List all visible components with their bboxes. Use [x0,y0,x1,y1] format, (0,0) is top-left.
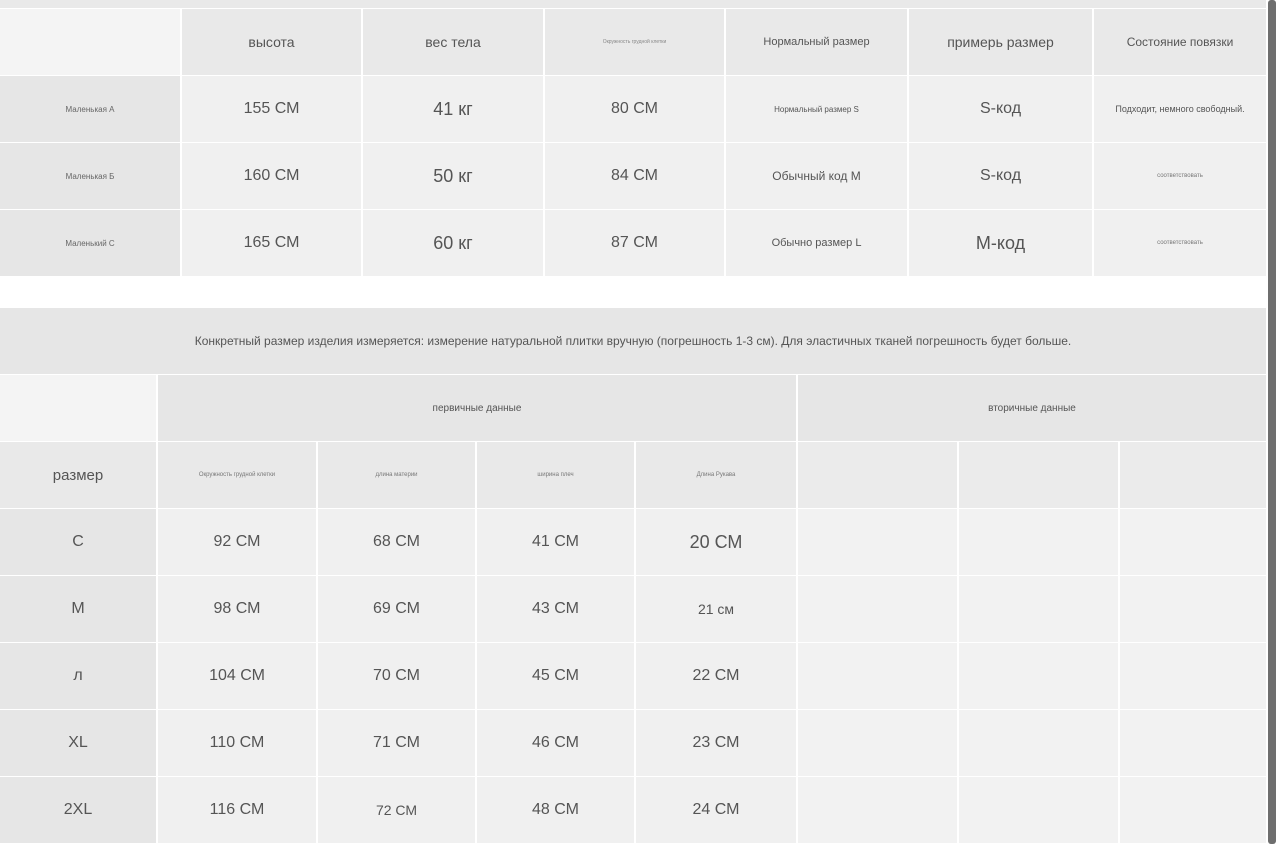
fitting-table-header: высота вес тела Окружность грудной клетк… [0,9,1266,75]
shoulder-value: 48 СМ [477,777,634,843]
measurement-note: Конкретный размер изделия измеряется: из… [0,308,1266,374]
secondary-empty-cell [959,576,1118,642]
header-normal-size: Нормальный размер [726,9,907,75]
weight-value: 60 кг [363,210,543,276]
group-secondary-data: вторичные данные [798,375,1266,441]
weight-value: 50 кг [363,143,543,209]
sleeve-value: 24 СМ [636,777,796,843]
header-tried-size: примерь размер [909,9,1092,75]
group-header-empty [0,375,156,441]
secondary-empty-cell [1120,710,1266,776]
header-chest: Окружность грудной клетки [545,9,724,75]
secondary-empty-cell [1120,576,1266,642]
group-primary-data: первичные данные [158,375,796,441]
fitting-table: высота вес тела Окружность грудной клетк… [0,9,1266,277]
size-table: первичные данные вторичные данные размер… [0,375,1266,844]
shoulder-value: 46 СМ [477,710,634,776]
secondary-empty-cell [798,442,957,508]
fit-state-value: Подходит, немного свободный. [1094,76,1266,142]
height-value: 165 СМ [182,210,361,276]
height-value: 160 СМ [182,143,361,209]
secondary-empty-cell [959,442,1118,508]
row-label: Маленький С [0,210,180,276]
sleeve-value: 21 см [636,576,796,642]
vertical-scrollbar[interactable] [1266,0,1280,844]
secondary-empty-cell [959,509,1118,575]
table-row: C 92 СМ 68 СМ 41 СМ 20 СМ [0,509,1266,575]
size-label: л [0,643,156,709]
sleeve-value: 23 СМ [636,710,796,776]
scrollbar-thumb[interactable] [1268,0,1276,844]
shoulder-value: 43 СМ [477,576,634,642]
size-table-group-header: первичные данные вторичные данные [0,375,1266,441]
table-row: XL 110 СМ 71 СМ 46 СМ 23 СМ [0,710,1266,776]
table-row: л 104 СМ 70 СМ 45 СМ 22 СМ [0,643,1266,709]
sleeve-value: 22 СМ [636,643,796,709]
row-label: Маленькая Б [0,143,180,209]
secondary-empty-cell [1120,643,1266,709]
size-table-header: размер Окружность грудной клетки длина м… [0,442,1266,508]
size-label: XL [0,710,156,776]
weight-value: 41 кг [363,76,543,142]
chest-value: 116 СМ [158,777,316,843]
size-label: 2XL [0,777,156,843]
shoulder-value: 45 СМ [477,643,634,709]
table-row: M 98 СМ 69 СМ 43 СМ 21 см [0,576,1266,642]
normal-size-value: Нормальный размер S [726,76,907,142]
length-value: 70 СМ [318,643,475,709]
secondary-empty-cell [1120,442,1266,508]
secondary-empty-cell [798,710,957,776]
length-value: 69 СМ [318,576,475,642]
header-cell-empty [0,9,180,75]
fit-state-value: соответствовать [1094,210,1266,276]
sleeve-value: 20 СМ [636,509,796,575]
chest-value: 92 СМ [158,509,316,575]
header-size: размер [0,442,156,508]
chest-value: 104 СМ [158,643,316,709]
size-label: C [0,509,156,575]
height-value: 155 СМ [182,76,361,142]
secondary-empty-cell [798,777,957,843]
chest-value: 98 СМ [158,576,316,642]
header-length: длина материи [318,442,475,508]
secondary-empty-cell [959,710,1118,776]
secondary-empty-cell [1120,509,1266,575]
top-divider [0,0,1266,8]
table-row: Маленькая А 155 СМ 41 кг 80 СМ Нормальны… [0,76,1266,142]
normal-size-value: Обычный код М [726,143,907,209]
chest-value: 80 СМ [545,76,724,142]
table-row: Маленький С 165 СМ 60 кг 87 СМ Обычно ра… [0,210,1266,276]
tried-size-value: S-код [909,76,1092,142]
normal-size-value: Обычно размер L [726,210,907,276]
secondary-empty-cell [798,509,957,575]
secondary-empty-cell [959,643,1118,709]
header-chest: Окружность грудной клетки [158,442,316,508]
table-row: 2XL 116 СМ 72 СМ 48 СМ 24 СМ [0,777,1266,843]
header-sleeve: Длина Рукава [636,442,796,508]
secondary-empty-cell [798,576,957,642]
tried-size-value: M-код [909,210,1092,276]
secondary-empty-cell [1120,777,1266,843]
length-value: 72 СМ [318,777,475,843]
header-weight: вес тела [363,9,543,75]
secondary-empty-cell [959,777,1118,843]
secondary-empty-cell [798,643,957,709]
chest-value: 87 СМ [545,210,724,276]
table-row: Маленькая Б 160 СМ 50 кг 84 СМ Обычный к… [0,143,1266,209]
header-height: высота [182,9,361,75]
tried-size-value: S-код [909,143,1092,209]
chest-value: 110 СМ [158,710,316,776]
size-chart-page: высота вес тела Окружность грудной клетк… [0,0,1266,844]
length-value: 68 СМ [318,509,475,575]
header-fit-state: Состояние повязки [1094,9,1266,75]
size-label: M [0,576,156,642]
row-label: Маленькая А [0,76,180,142]
shoulder-value: 41 СМ [477,509,634,575]
chest-value: 84 СМ [545,143,724,209]
length-value: 71 СМ [318,710,475,776]
header-shoulder: ширина плеч [477,442,634,508]
fit-state-value: соответствовать [1094,143,1266,209]
